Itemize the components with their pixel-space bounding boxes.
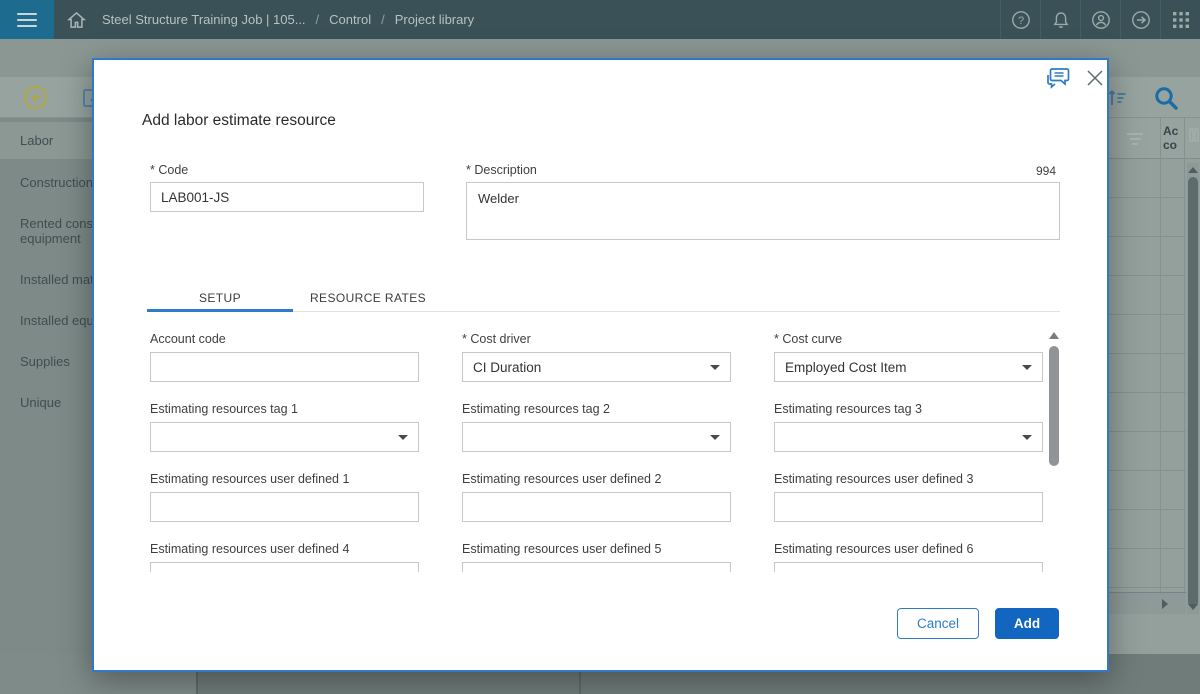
chevron-down-icon bbox=[1022, 434, 1032, 440]
description-textarea[interactable]: Welder bbox=[466, 182, 1060, 240]
code-input[interactable]: LAB001-JS bbox=[150, 182, 424, 212]
cost-driver-select[interactable]: CI Duration bbox=[462, 352, 731, 382]
est-ud-6-input[interactable] bbox=[774, 562, 1043, 572]
dialog-tabs: SETUP RESOURCE RATES bbox=[147, 284, 1060, 312]
est-ud-4-label: Estimating resources user defined 4 bbox=[150, 542, 350, 556]
est-ud-1-input[interactable] bbox=[150, 492, 419, 522]
scroll-up-icon[interactable] bbox=[1049, 332, 1059, 339]
account-code-input[interactable] bbox=[150, 352, 419, 382]
main-menu-button[interactable] bbox=[0, 0, 54, 39]
breadcrumb-project[interactable]: Steel Structure Training Job | 105... bbox=[102, 12, 306, 27]
cost-driver-label: * Cost driver bbox=[462, 332, 531, 346]
chevron-down-icon bbox=[1022, 364, 1032, 370]
est-ud-3-input[interactable] bbox=[774, 492, 1043, 522]
add-button[interactable]: Add bbox=[995, 608, 1059, 639]
est-tag-1-select[interactable] bbox=[150, 422, 419, 452]
add-circle-icon bbox=[23, 85, 47, 110]
help-button[interactable]: ? bbox=[1000, 0, 1040, 39]
est-ud-1-label: Estimating resources user defined 1 bbox=[150, 472, 350, 486]
application-window: Steel Structure Training Job | 105... / … bbox=[0, 0, 1200, 694]
est-tag-3-select[interactable] bbox=[774, 422, 1043, 452]
add-labor-estimate-resource-dialog: Add labor estimate resource * Code LAB00… bbox=[92, 58, 1109, 672]
setup-form-scroll-area: Account code * Cost driver CI Duration *… bbox=[94, 326, 1111, 572]
breadcrumb-section[interactable]: Control bbox=[329, 12, 371, 27]
cost-curve-label: * Cost curve bbox=[774, 332, 843, 346]
est-tag-1-label: Estimating resources tag 1 bbox=[150, 402, 298, 416]
discussion-button[interactable] bbox=[1046, 66, 1070, 90]
notifications-button[interactable] bbox=[1040, 0, 1080, 39]
grid-vscroll-thumb[interactable] bbox=[1188, 177, 1198, 607]
home-button[interactable] bbox=[54, 11, 98, 29]
notifications-icon bbox=[1052, 11, 1069, 28]
tab-setup[interactable]: SETUP bbox=[147, 284, 293, 312]
dialog-title: Add labor estimate resource bbox=[142, 112, 336, 129]
grid-column-header-account-code[interactable]: Ac co bbox=[1163, 124, 1191, 152]
scroll-right-icon[interactable] bbox=[1162, 599, 1168, 609]
app-switcher-icon bbox=[1172, 11, 1189, 28]
breadcrumb: Steel Structure Training Job | 105... / … bbox=[102, 12, 475, 27]
app-switcher-button[interactable] bbox=[1160, 0, 1200, 39]
est-ud-4-input[interactable] bbox=[150, 562, 419, 572]
sign-out-button[interactable] bbox=[1120, 0, 1160, 39]
search-icon bbox=[1155, 86, 1178, 110]
dialog-scroll-thumb[interactable] bbox=[1049, 346, 1059, 466]
help-icon: ? bbox=[1011, 10, 1030, 29]
svg-text:?: ? bbox=[1017, 15, 1023, 27]
est-ud-5-input[interactable] bbox=[462, 562, 731, 572]
est-ud-2-label: Estimating resources user defined 2 bbox=[462, 472, 662, 486]
home-icon bbox=[66, 11, 86, 28]
est-tag-2-select[interactable] bbox=[462, 422, 731, 452]
est-tag-3-label: Estimating resources tag 3 bbox=[774, 402, 922, 416]
est-ud-2-input[interactable] bbox=[462, 492, 731, 522]
discussion-icon bbox=[1047, 68, 1070, 89]
top-navigation-bar: Steel Structure Training Job | 105... / … bbox=[0, 0, 1200, 39]
est-ud-3-label: Estimating resources user defined 3 bbox=[774, 472, 974, 486]
sign-out-icon bbox=[1131, 10, 1150, 29]
chevron-down-icon bbox=[398, 434, 408, 440]
scroll-down-icon[interactable] bbox=[1188, 604, 1198, 610]
description-label: * Description bbox=[466, 163, 537, 177]
breadcrumb-page[interactable]: Project library bbox=[395, 12, 474, 27]
est-tag-2-label: Estimating resources tag 2 bbox=[462, 402, 610, 416]
scroll-up-icon[interactable] bbox=[1188, 167, 1198, 173]
add-resource-button[interactable] bbox=[20, 77, 50, 118]
profile-button[interactable] bbox=[1080, 0, 1120, 39]
filter-icon bbox=[1125, 130, 1145, 148]
account-code-label: Account code bbox=[150, 332, 226, 346]
cancel-button[interactable]: Cancel bbox=[897, 608, 979, 639]
chevron-down-icon bbox=[710, 364, 720, 370]
close-dialog-button[interactable] bbox=[1083, 66, 1107, 90]
grid-vertical-scrollbar[interactable] bbox=[1187, 163, 1199, 614]
chevron-down-icon bbox=[710, 434, 720, 440]
cost-curve-select[interactable]: Employed Cost Item bbox=[774, 352, 1043, 382]
tab-resource-rates[interactable]: RESOURCE RATES bbox=[293, 284, 443, 311]
hamburger-icon bbox=[17, 9, 37, 31]
dialog-form-scrollbar[interactable] bbox=[1048, 332, 1060, 628]
search-button[interactable] bbox=[1148, 77, 1184, 118]
close-icon bbox=[1087, 70, 1103, 86]
code-label: * Code bbox=[150, 163, 189, 177]
est-ud-6-label: Estimating resources user defined 6 bbox=[774, 542, 974, 556]
est-ud-5-label: Estimating resources user defined 5 bbox=[462, 542, 662, 556]
profile-icon bbox=[1091, 10, 1110, 29]
column-resize-icon bbox=[1189, 128, 1199, 142]
character-counter: 994 bbox=[1035, 164, 1056, 178]
